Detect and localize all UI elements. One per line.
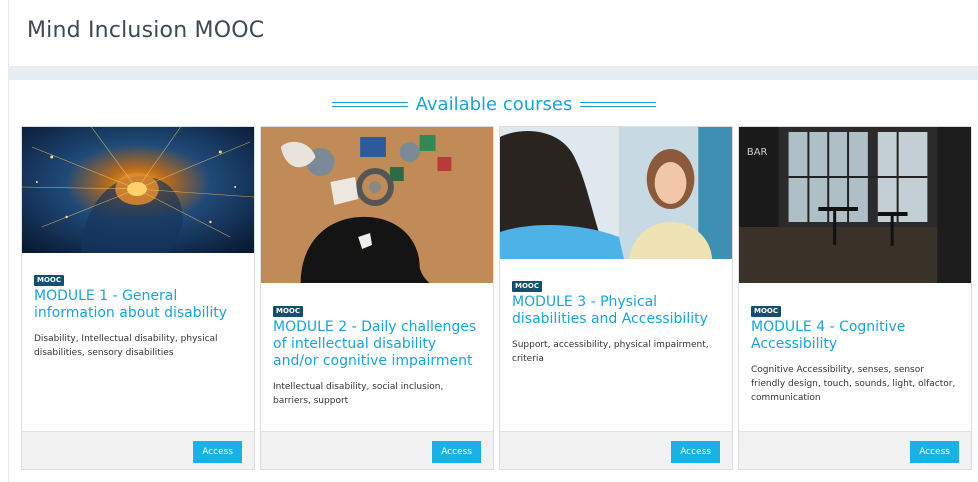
course-tags: Disability, Intellectual disability, phy… <box>34 334 218 358</box>
course-title-link[interactable]: MODULE 3 - Physical disabilities and Acc… <box>512 294 720 328</box>
course-card: MOOC MODULE 3 - Physical disabilities an… <box>499 126 733 470</box>
course-title-link[interactable]: MODULE 2 - Daily challenges of intellect… <box>273 319 481 370</box>
course-body: MOOC MODULE 2 - Daily challenges of inte… <box>261 298 493 408</box>
heading-rule-right <box>580 101 657 107</box>
course-image[interactable]: BAR <box>739 127 971 283</box>
access-button[interactable]: Access <box>193 441 242 463</box>
course-title-link[interactable]: MODULE 1 - General information about dis… <box>34 288 242 322</box>
course-title-link[interactable]: MODULE 4 - Cognitive Accessibility <box>751 319 959 353</box>
mooc-badge: MOOC <box>751 306 782 317</box>
section-title: Available courses <box>415 93 573 115</box>
card-footer: Access <box>739 431 971 469</box>
course-image[interactable] <box>22 127 254 253</box>
course-card: BAR MOOC MODULE 4 - Cognitive Accessibil… <box>738 126 972 470</box>
heading-rule-left <box>331 101 408 107</box>
course-tags: Support, accessibility, physical impairm… <box>512 340 709 364</box>
course-card: MOOC MODULE 2 - Daily challenges of inte… <box>260 126 494 470</box>
main-content: Available courses MOOC MODULE 1 - Genera… <box>8 80 978 482</box>
site-title: Mind Inclusion MOOC <box>27 18 265 43</box>
access-button[interactable]: Access <box>671 441 720 463</box>
card-footer: Access <box>261 431 493 469</box>
page-header: Mind Inclusion MOOC <box>8 0 978 66</box>
course-body: MOOC MODULE 4 - Cognitive Accessibility … <box>739 298 971 405</box>
mooc-badge: MOOC <box>34 275 65 286</box>
course-card: MOOC MODULE 1 - General information abou… <box>21 126 255 470</box>
course-body: MOOC MODULE 3 - Physical disabilities an… <box>500 273 732 366</box>
glowing-brain-image <box>22 127 254 253</box>
course-image[interactable] <box>500 127 732 259</box>
section-heading: Available courses <box>9 93 978 115</box>
access-button[interactable]: Access <box>432 441 481 463</box>
access-button[interactable]: Access <box>910 441 959 463</box>
conversation-image <box>500 127 732 259</box>
course-body: MOOC MODULE 1 - General information abou… <box>22 267 254 360</box>
card-footer: Access <box>22 431 254 469</box>
cafe-interior-image: BAR <box>739 127 971 283</box>
card-footer: Access <box>500 431 732 469</box>
svg-text:BAR: BAR <box>747 147 768 158</box>
mooc-badge: MOOC <box>512 281 543 292</box>
course-tags: Intellectual disability, social inclusio… <box>273 382 444 406</box>
course-tags: Cognitive Accessibility, senses, sensor … <box>751 365 956 403</box>
puzzle-head-image <box>261 127 493 283</box>
mooc-badge: MOOC <box>273 306 304 317</box>
course-image[interactable] <box>261 127 493 283</box>
header-band <box>8 66 978 80</box>
